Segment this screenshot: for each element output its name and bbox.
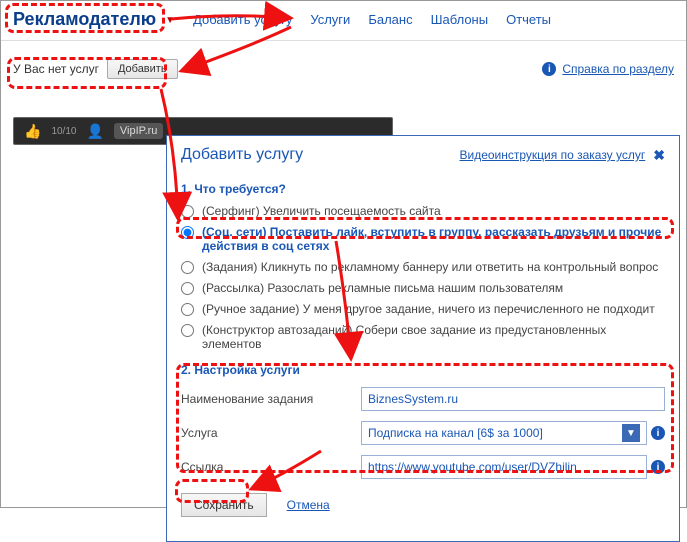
chevron-down-icon: ▼ [622, 424, 640, 442]
input-name[interactable] [361, 387, 665, 411]
option-manual[interactable]: (Ручное задание) У меня другое задание, … [181, 302, 665, 316]
input-link[interactable] [361, 455, 647, 479]
radio-constructor[interactable] [181, 324, 194, 337]
avatar-icon: 👤 [86, 123, 103, 140]
option-tasks-label: (Задания) Кликнуть по рекламному баннеру… [202, 260, 658, 274]
second-row: У Вас нет услуг Добавить i Справка по ра… [1, 41, 686, 91]
info-icon[interactable]: i [651, 460, 665, 474]
radio-manual[interactable] [181, 303, 194, 316]
label-link: Ссылка [181, 460, 351, 474]
nav-link-balance[interactable]: Баланс [368, 12, 412, 27]
help-block: i Справка по разделу [542, 62, 674, 76]
row-link: Ссылка i [181, 455, 665, 479]
select-service[interactable]: Подписка на канал [6$ за 1000] ▼ [361, 421, 647, 445]
info-icon[interactable]: i [651, 426, 665, 440]
nav-main[interactable]: Рекламодателю ▼ [13, 9, 175, 30]
nav-main-label: Рекламодателю [13, 9, 156, 29]
thumb-up-icon: 👍 [24, 123, 41, 140]
close-icon[interactable]: ✖ [653, 147, 665, 164]
option-mailing-label: (Рассылка) Разослать рекламные письма на… [202, 281, 563, 295]
row-service: Услуга Подписка на канал [6$ за 1000] ▼ … [181, 421, 665, 445]
nav-link-templates[interactable]: Шаблоны [431, 12, 489, 27]
add-service-dialog: Добавить услугу Видеоинструкция по заказ… [166, 135, 680, 542]
option-surfing-label: (Серфинг) Увеличить посещаемость сайта [202, 204, 441, 218]
label-name: Наименование задания [181, 392, 351, 406]
add-button[interactable]: Добавить [107, 59, 178, 79]
option-tasks[interactable]: (Задания) Кликнуть по рекламному баннеру… [181, 260, 665, 274]
select-service-value: Подписка на канал [6$ за 1000] [368, 426, 543, 440]
help-link[interactable]: Справка по разделу [562, 62, 674, 76]
row-name: Наименование задания [181, 387, 665, 411]
section-2-title: 2. Настройка услуги [181, 363, 665, 377]
nav-link-services[interactable]: Услуги [310, 12, 350, 27]
radio-mailing[interactable] [181, 282, 194, 295]
video-name: VipIP.ru [114, 123, 164, 139]
option-constructor-label: (Конструктор автозаданий) Собери свое за… [202, 323, 665, 351]
no-services-text: У Вас нет услуг [13, 62, 99, 76]
option-social[interactable]: (Соц. сети) Поставить лайк, вступить в г… [181, 225, 665, 253]
nav-link-add[interactable]: Добавить услугу [193, 12, 292, 27]
info-icon: i [542, 62, 556, 76]
video-instruction-link[interactable]: Видеоинструкция по заказу услуг [460, 148, 646, 162]
radio-social[interactable] [181, 226, 194, 239]
radio-surfing[interactable] [181, 205, 194, 218]
label-service: Услуга [181, 426, 351, 440]
dropdown-triangle-icon: ▼ [165, 15, 175, 26]
row-actions: Сохранить Отмена [181, 493, 665, 517]
section-1-title: 1. Что требуется? [181, 182, 665, 196]
save-button[interactable]: Сохранить [181, 493, 267, 517]
option-social-label: (Соц. сети) Поставить лайк, вступить в г… [202, 225, 665, 253]
option-constructor[interactable]: (Конструктор автозаданий) Собери свое за… [181, 323, 665, 351]
option-surfing[interactable]: (Серфинг) Увеличить посещаемость сайта [181, 204, 665, 218]
top-nav: Рекламодателю ▼ Добавить услугу Услуги Б… [1, 1, 686, 41]
dialog-title: Добавить услугу [181, 146, 303, 164]
cancel-link[interactable]: Отмена [287, 498, 330, 512]
radio-tasks[interactable] [181, 261, 194, 274]
option-manual-label: (Ручное задание) У меня другое задание, … [202, 302, 655, 316]
nav-link-reports[interactable]: Отчеты [506, 12, 551, 27]
video-score: 10/10 [51, 126, 76, 137]
option-mailing[interactable]: (Рассылка) Разослать рекламные письма на… [181, 281, 665, 295]
dialog-header: Добавить услугу Видеоинструкция по заказ… [181, 146, 665, 170]
